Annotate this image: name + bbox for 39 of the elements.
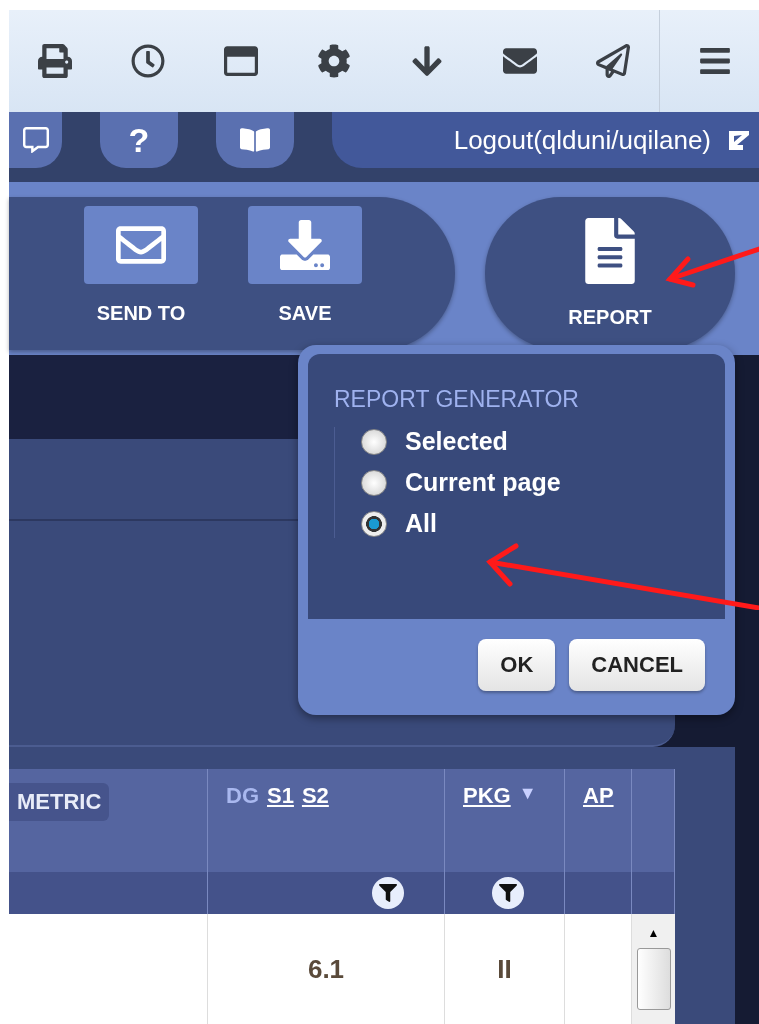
filter-icon — [379, 884, 397, 902]
download-icon — [280, 220, 330, 270]
logout-link[interactable]: Logout(qlduni/uqilane) — [332, 112, 759, 168]
corner-arrow-icon — [727, 128, 751, 152]
clock-icon[interactable] — [131, 44, 166, 78]
chat-tab[interactable] — [9, 112, 62, 168]
radio-option[interactable]: All — [335, 509, 725, 538]
table-cell: II — [445, 914, 565, 1024]
scroll-thumb[interactable] — [636, 948, 671, 1010]
scrollbar[interactable]: ▲ — [632, 914, 675, 1024]
column-sort-link[interactable]: PKG — [463, 783, 511, 809]
column-header: DG — [226, 783, 259, 809]
column-sort-link[interactable]: S1 — [267, 783, 294, 809]
printer-icon[interactable] — [38, 44, 73, 78]
radio-option[interactable]: Current page — [335, 468, 725, 497]
sort-caret: ▼ — [518, 783, 537, 804]
book-tab[interactable] — [216, 112, 294, 168]
send-icon[interactable] — [595, 44, 630, 78]
column-sort-link[interactable]: S2 — [301, 783, 329, 809]
comment-icon — [22, 127, 49, 153]
settings-icon[interactable] — [317, 44, 352, 78]
radio-button[interactable] — [361, 428, 387, 455]
filter-cell — [632, 872, 675, 914]
scroll-up-arrow[interactable]: ▲ — [647, 926, 660, 940]
popup-button[interactable]: CANCEL — [569, 639, 705, 691]
filter-icon — [499, 884, 517, 902]
filter-button[interactable] — [372, 877, 404, 909]
table-cell: 6.1 — [208, 914, 445, 1024]
book-icon — [240, 125, 270, 155]
filter-button[interactable] — [492, 877, 524, 909]
column-header: METRIC — [9, 783, 110, 821]
radio-button[interactable] — [361, 510, 387, 537]
column-sort-link[interactable]: AP — [583, 783, 614, 809]
popup-button[interactable]: OK — [478, 639, 556, 691]
radio-button[interactable] — [361, 469, 387, 496]
window-icon[interactable] — [224, 44, 259, 78]
help-tab[interactable]: ? — [100, 112, 178, 168]
radio-option[interactable]: Selected — [335, 427, 725, 456]
popup-title: REPORT GENERATOR — [334, 386, 580, 413]
